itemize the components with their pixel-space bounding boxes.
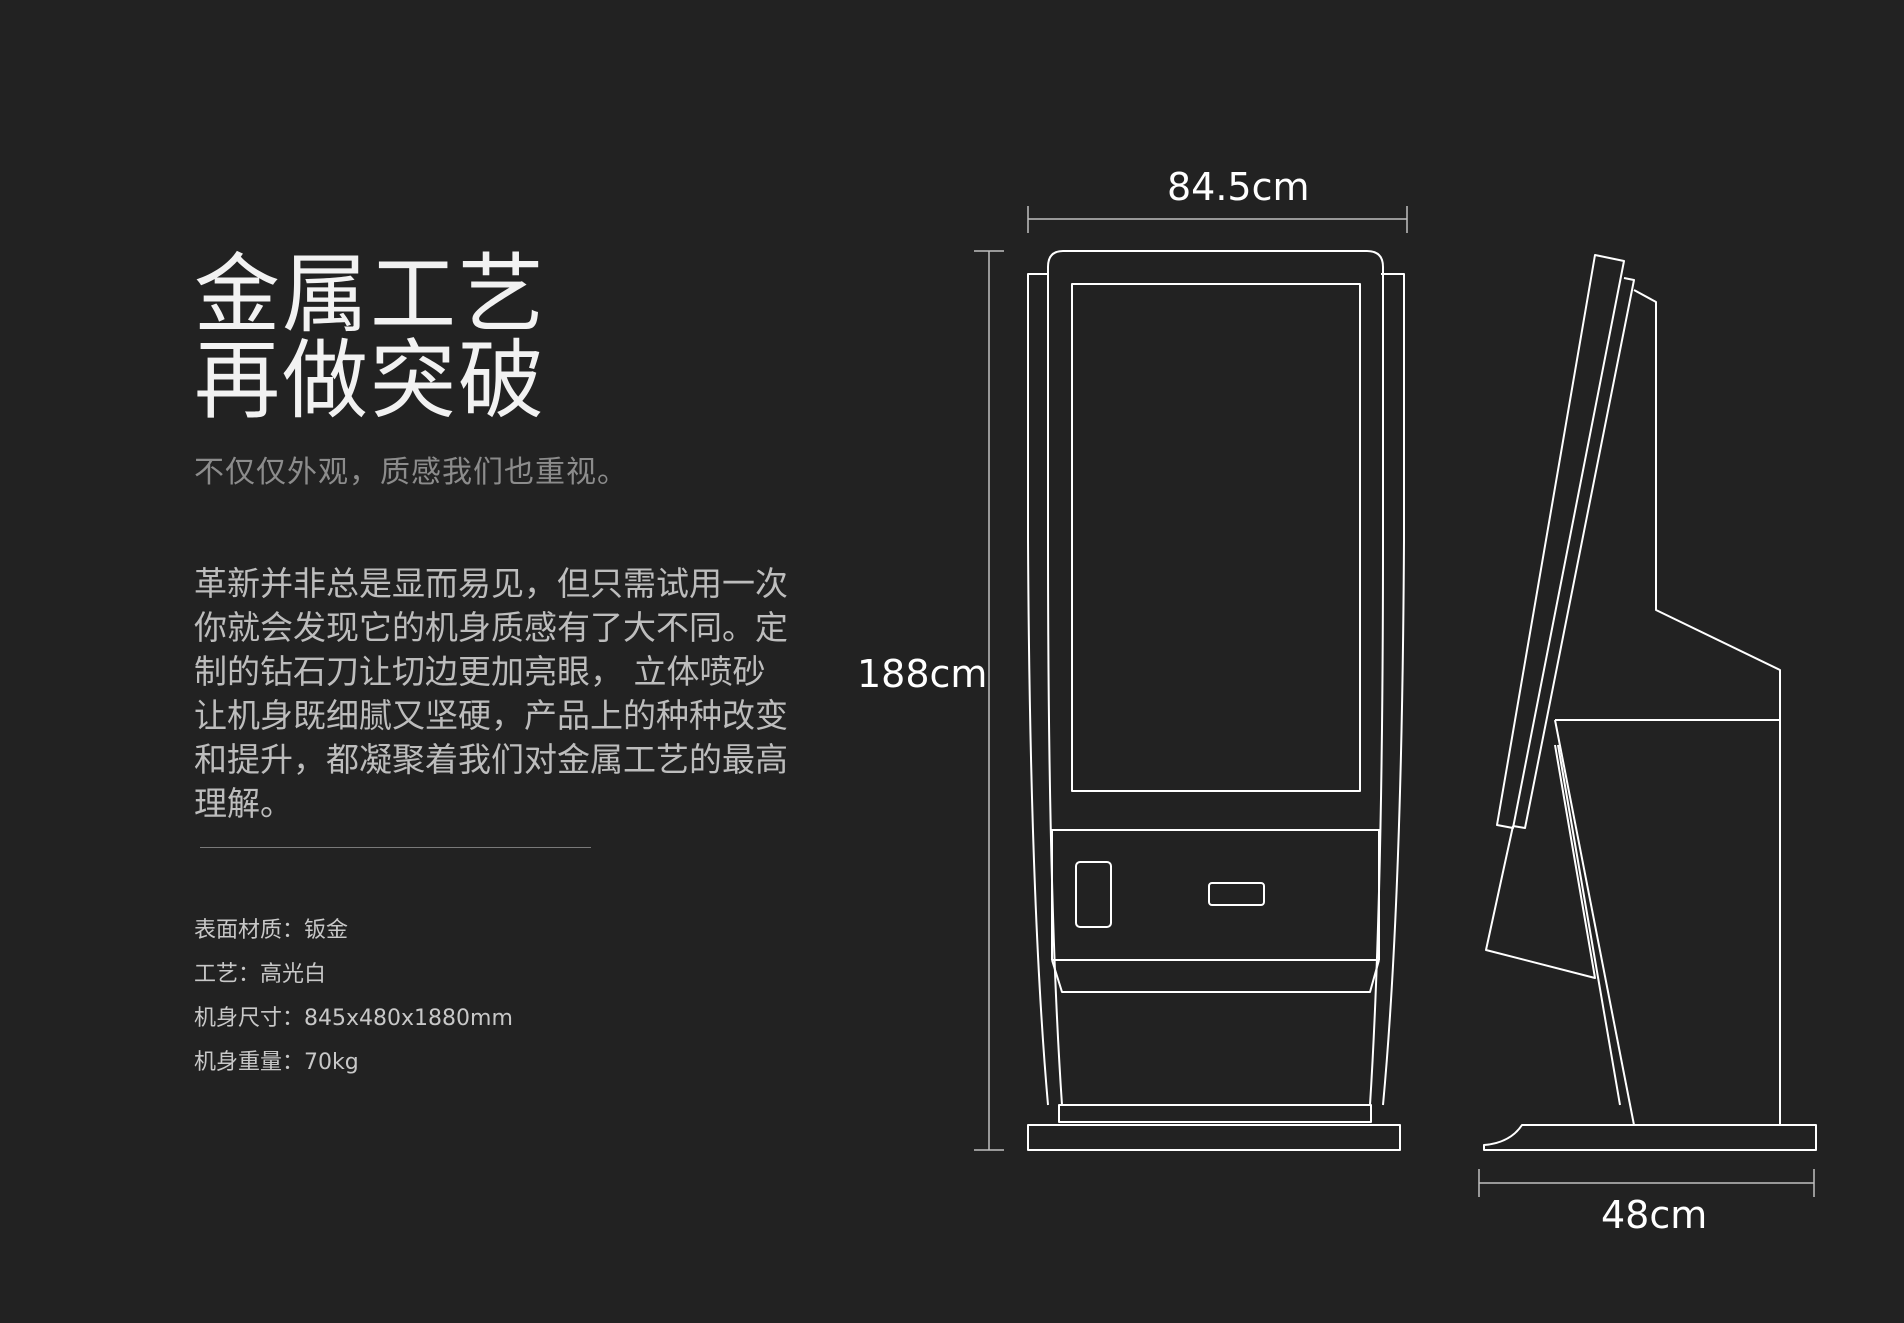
kiosk-front-view	[1027, 250, 1405, 1151]
front-body	[1047, 250, 1384, 1106]
card-reader-slot	[1075, 861, 1112, 928]
height-dimension-label: 188cm	[857, 652, 988, 696]
kiosk-side-view	[1483, 254, 1817, 1151]
side-base-plate	[1483, 1124, 1817, 1151]
side-display-back	[1512, 277, 1635, 829]
front-screen	[1071, 283, 1361, 792]
front-right-rail	[1381, 273, 1405, 1106]
side-display-panel	[1496, 254, 1625, 829]
width-dimension-label: 84.5cm	[1167, 165, 1310, 209]
depth-dimension-label: 48cm	[1601, 1193, 1708, 1237]
side-cabinet-back	[1633, 289, 1781, 1125]
front-base-neck	[1058, 1104, 1372, 1123]
side-stand-inner	[1557, 744, 1621, 1106]
printer-slot	[1208, 882, 1265, 906]
dimension-lines	[974, 206, 1815, 1197]
front-base-plate	[1027, 1124, 1401, 1151]
side-stand-front	[1554, 719, 1635, 1126]
front-left-rail	[1027, 273, 1049, 1106]
front-panel-bevel	[1051, 959, 1380, 993]
